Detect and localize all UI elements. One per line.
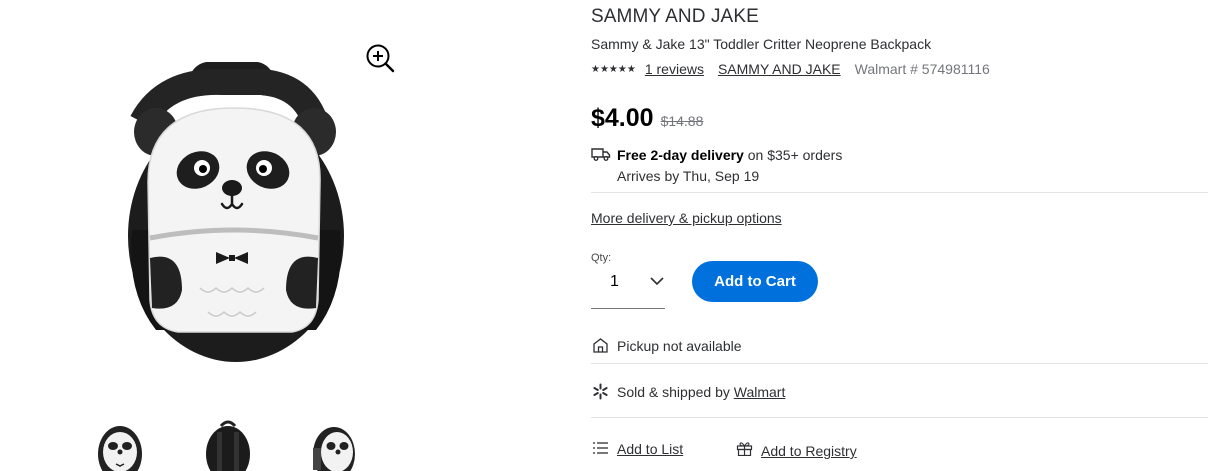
- product-meta-row: ★★★★★ 1 reviews SAMMY AND JAKE Walmart #…: [591, 61, 990, 77]
- seller-link[interactable]: Walmart: [734, 384, 786, 400]
- delivery-condition: on $35+ orders: [743, 147, 843, 163]
- reviews-link[interactable]: 1 reviews: [645, 61, 704, 77]
- product-title: Sammy & Jake 13" Toddler Critter Neopren…: [591, 36, 932, 52]
- price-row: $4.00 $14.88: [591, 104, 703, 133]
- item-number: Walmart # 574981116: [854, 61, 990, 77]
- thumbnail-panda-front[interactable]: [96, 418, 146, 471]
- store-icon: [592, 337, 609, 354]
- current-price: $4.00: [591, 104, 654, 132]
- was-price: $14.88: [660, 113, 704, 129]
- quantity-select[interactable]: 1: [591, 266, 665, 309]
- add-to-registry-link[interactable]: Add to Registry: [761, 443, 857, 459]
- add-to-cart-button[interactable]: Add to Cart: [692, 261, 818, 302]
- zoom-in-icon: [366, 44, 395, 73]
- thumbnail-backpack-back[interactable]: [203, 418, 253, 471]
- chevron-down-icon: [650, 277, 664, 286]
- delivery-line: Free 2-day delivery on $35+ orders: [617, 147, 842, 163]
- walmart-spark-icon: [592, 383, 609, 400]
- pickup-status: Pickup not available: [617, 338, 742, 354]
- qty-value: 1: [610, 273, 619, 290]
- zoom-button[interactable]: [362, 40, 398, 76]
- divider: [591, 363, 1208, 364]
- delivery-title: Free 2-day delivery: [617, 147, 744, 163]
- sold-by-prefix: Sold & shipped by: [617, 384, 734, 400]
- arrival-date: Arrives by Thu, Sep 19: [617, 168, 760, 184]
- product-brand-title: SAMMY AND JAKE: [591, 6, 759, 27]
- star-rating: ★★★★★: [591, 63, 636, 75]
- qty-label: Qty:: [591, 252, 612, 264]
- list-icon: [592, 441, 609, 455]
- more-delivery-options-link[interactable]: More delivery & pickup options: [591, 210, 782, 226]
- add-to-list-link[interactable]: Add to List: [617, 441, 683, 457]
- sold-by-line: Sold & shipped by Walmart: [617, 384, 785, 400]
- divider: [591, 192, 1208, 193]
- product-main-image[interactable]: [112, 61, 364, 366]
- truck-icon: [591, 146, 611, 162]
- gift-icon: [736, 441, 753, 457]
- brand-link[interactable]: SAMMY AND JAKE: [718, 61, 841, 77]
- divider: [591, 417, 1208, 418]
- thumbnail-panda-side[interactable]: [307, 418, 357, 471]
